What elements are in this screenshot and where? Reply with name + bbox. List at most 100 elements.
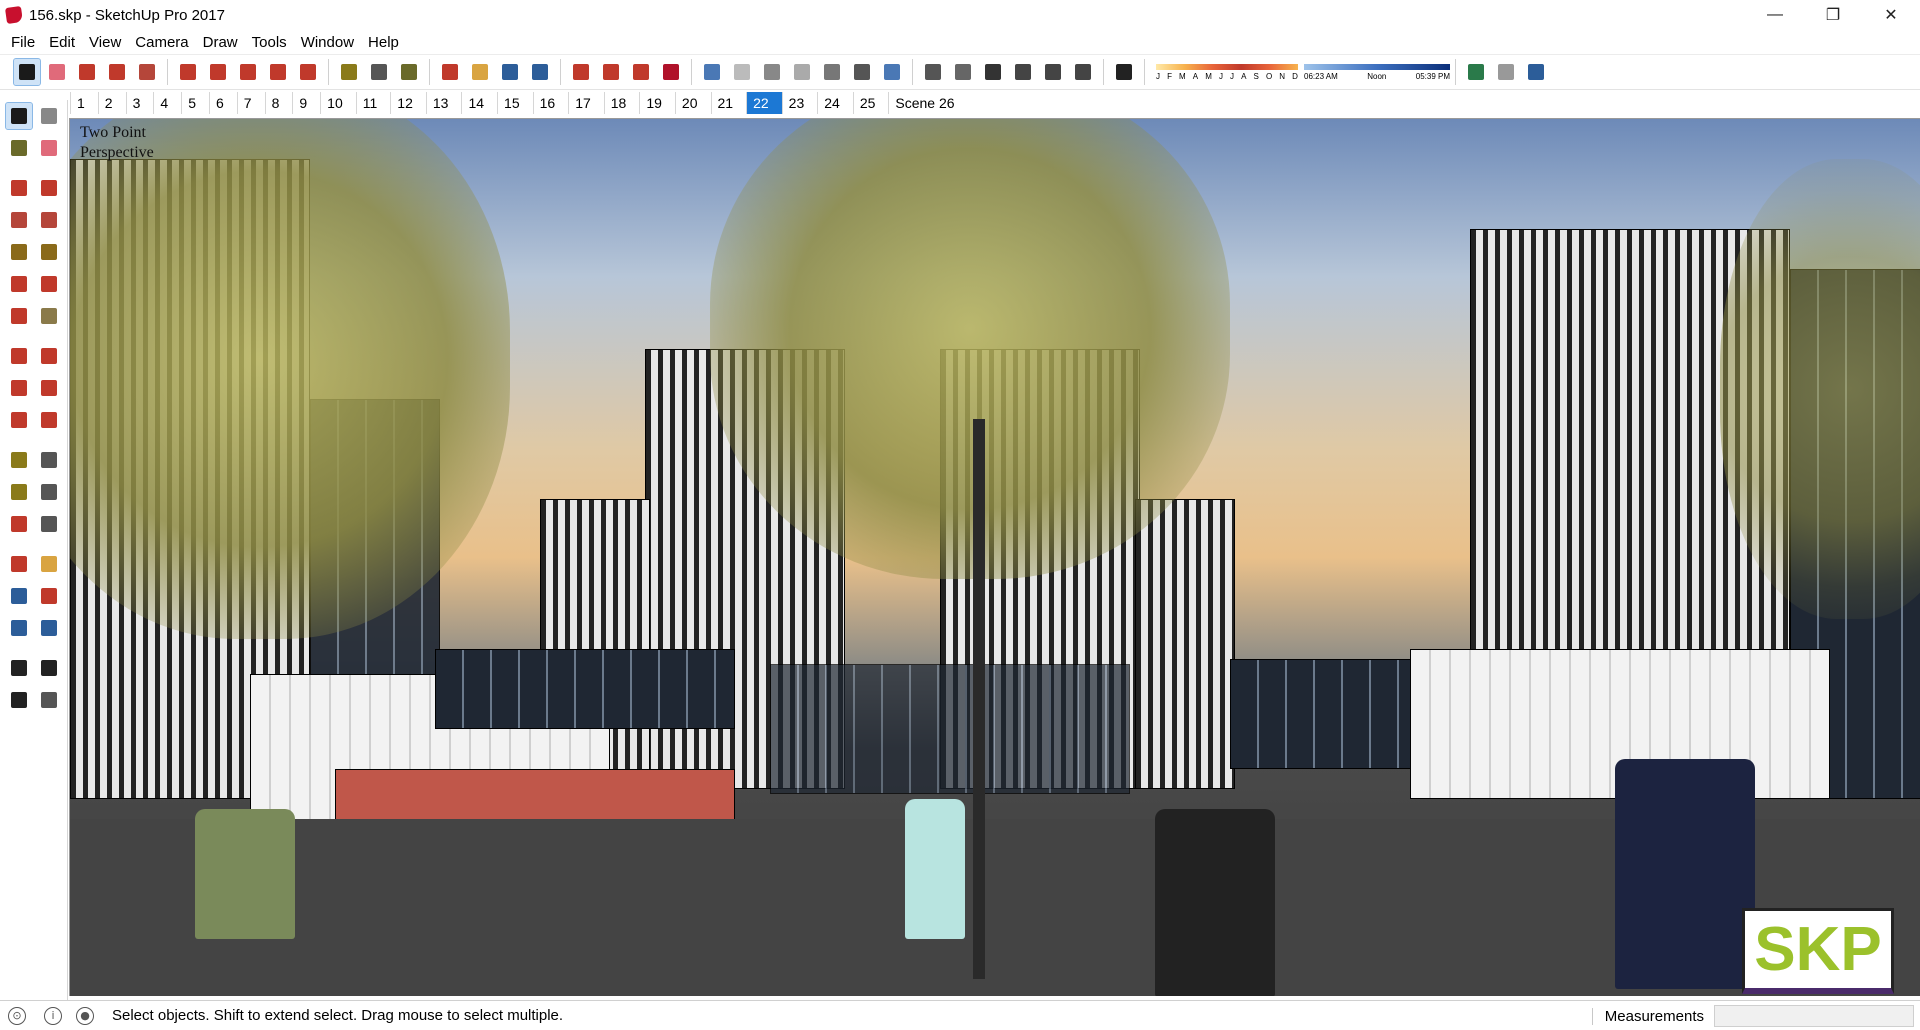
scene-tab[interactable]: 20 xyxy=(674,92,711,114)
download-button[interactable] xyxy=(1523,59,1549,85)
close-button[interactable]: ✕ xyxy=(1862,0,1920,30)
scene-tab[interactable]: 16 xyxy=(532,92,569,114)
scene-tab[interactable]: 2 xyxy=(97,92,126,114)
paint-bucket-button[interactable] xyxy=(6,135,32,161)
arc-button[interactable] xyxy=(104,59,130,85)
walk-button[interactable] xyxy=(6,687,32,713)
menu-edit[interactable]: Edit xyxy=(42,34,82,51)
push-pull-button[interactable] xyxy=(175,59,201,85)
line-button[interactable] xyxy=(6,175,32,201)
scene-tab[interactable]: 15 xyxy=(497,92,533,114)
scene-tab[interactable]: 4 xyxy=(153,92,181,114)
circle-button[interactable] xyxy=(6,239,32,265)
rectangle-button[interactable] xyxy=(6,207,32,233)
scene-tab[interactable]: 22 xyxy=(746,92,782,114)
scene-tab[interactable]: 3 xyxy=(125,92,154,114)
scene-tab[interactable]: 14 xyxy=(461,92,497,114)
freehand-button[interactable] xyxy=(36,175,62,201)
geo-location-status-icon[interactable]: ⊙ xyxy=(8,1006,26,1025)
orbit-button[interactable] xyxy=(6,551,32,577)
dimension-button[interactable] xyxy=(36,447,62,473)
minimize-button[interactable]: — xyxy=(1746,0,1804,30)
position-camera-button[interactable] xyxy=(6,655,32,681)
scene-tab[interactable]: 7 xyxy=(236,92,265,114)
look-around-button[interactable] xyxy=(36,655,62,681)
back-view-button[interactable] xyxy=(1040,59,1066,85)
scene-tab[interactable]: 18 xyxy=(603,92,640,114)
follow-me-button[interactable] xyxy=(205,59,231,85)
zoom-button[interactable] xyxy=(6,583,32,609)
shadow-time-slider[interactable]: 06:23 AM Noon 05:39 PM xyxy=(1304,63,1450,81)
scene-tab[interactable]: Scene 26 xyxy=(888,92,967,114)
menu-file[interactable]: File xyxy=(4,34,42,51)
monochrome-button[interactable] xyxy=(879,59,905,85)
xray-button[interactable] xyxy=(699,59,725,85)
wireframe-button[interactable] xyxy=(759,59,785,85)
model-viewport[interactable]: Two Point Perspective SKP xyxy=(69,118,1920,996)
text-button[interactable] xyxy=(36,479,62,505)
menu-window[interactable]: Window xyxy=(294,34,361,51)
extension-button[interactable] xyxy=(598,59,624,85)
shadows-button[interactable] xyxy=(1111,59,1137,85)
section-plane-button[interactable] xyxy=(36,687,62,713)
scene-tab[interactable]: 24 xyxy=(817,92,853,114)
back-edges-button[interactable] xyxy=(729,59,755,85)
select-button[interactable] xyxy=(5,102,33,130)
measurements-input[interactable] xyxy=(1714,1005,1914,1027)
polygon-button[interactable] xyxy=(36,239,62,265)
axes-button[interactable] xyxy=(6,511,32,537)
user-icon[interactable]: ● xyxy=(76,1006,94,1025)
tape-measure-button[interactable] xyxy=(6,447,32,473)
menu-view[interactable]: View xyxy=(82,34,128,51)
select-button[interactable] xyxy=(13,58,41,86)
info-icon[interactable]: i xyxy=(44,1006,62,1025)
move-button[interactable] xyxy=(6,343,32,369)
3d-text-button[interactable] xyxy=(36,511,62,537)
menu-draw[interactable]: Draw xyxy=(196,34,245,51)
move-button[interactable] xyxy=(235,59,261,85)
pie-button[interactable] xyxy=(36,303,62,329)
scene-tab[interactable]: 13 xyxy=(425,92,462,114)
eraser-button[interactable] xyxy=(44,59,70,85)
text-button[interactable] xyxy=(366,59,392,85)
previous-view-button[interactable] xyxy=(36,615,62,641)
eraser-button[interactable] xyxy=(36,135,62,161)
rectangle-button[interactable] xyxy=(134,59,160,85)
send-to-layout-button[interactable] xyxy=(628,59,654,85)
two-point-arc-button[interactable] xyxy=(36,271,62,297)
scene-tab[interactable]: 1 xyxy=(70,92,98,114)
pan-button[interactable] xyxy=(36,551,62,577)
scene-tab[interactable]: 10 xyxy=(320,92,356,114)
left-view-button[interactable] xyxy=(1070,59,1096,85)
zoom-window-button[interactable] xyxy=(36,583,62,609)
geo-location-button[interactable] xyxy=(1463,59,1489,85)
zoom-extents-button[interactable] xyxy=(527,59,553,85)
maximize-button[interactable]: ❐ xyxy=(1804,0,1862,30)
scale-button[interactable] xyxy=(6,407,32,433)
ruby-button[interactable] xyxy=(658,59,684,85)
rotate-button[interactable] xyxy=(6,375,32,401)
rotate-button[interactable] xyxy=(265,59,291,85)
menu-help[interactable]: Help xyxy=(361,34,406,51)
menu-camera[interactable]: Camera xyxy=(128,34,195,51)
scene-tab[interactable]: 9 xyxy=(292,92,320,114)
scene-tab[interactable]: 17 xyxy=(568,92,604,114)
warehouse-button[interactable] xyxy=(568,59,594,85)
section-button[interactable] xyxy=(1493,59,1519,85)
rotated-rectangle-button[interactable] xyxy=(36,207,62,233)
three-point-arc-button[interactable] xyxy=(6,303,32,329)
scene-tab[interactable]: 5 xyxy=(181,92,209,114)
scale-button[interactable] xyxy=(295,59,321,85)
push-pull-button[interactable] xyxy=(36,343,62,369)
component-button[interactable] xyxy=(36,103,62,129)
orbit-button[interactable] xyxy=(437,59,463,85)
top-view-button[interactable] xyxy=(950,59,976,85)
hidden-line-button[interactable] xyxy=(789,59,815,85)
follow-me-button[interactable] xyxy=(36,375,62,401)
scene-tab[interactable]: 23 xyxy=(781,92,818,114)
scene-tab[interactable]: 21 xyxy=(710,92,747,114)
shadow-month-slider[interactable]: JFMAMJJASOND xyxy=(1156,63,1298,81)
zoom-button[interactable] xyxy=(497,59,523,85)
shaded-textures-button[interactable] xyxy=(849,59,875,85)
scene-tab[interactable]: 25 xyxy=(852,92,889,114)
